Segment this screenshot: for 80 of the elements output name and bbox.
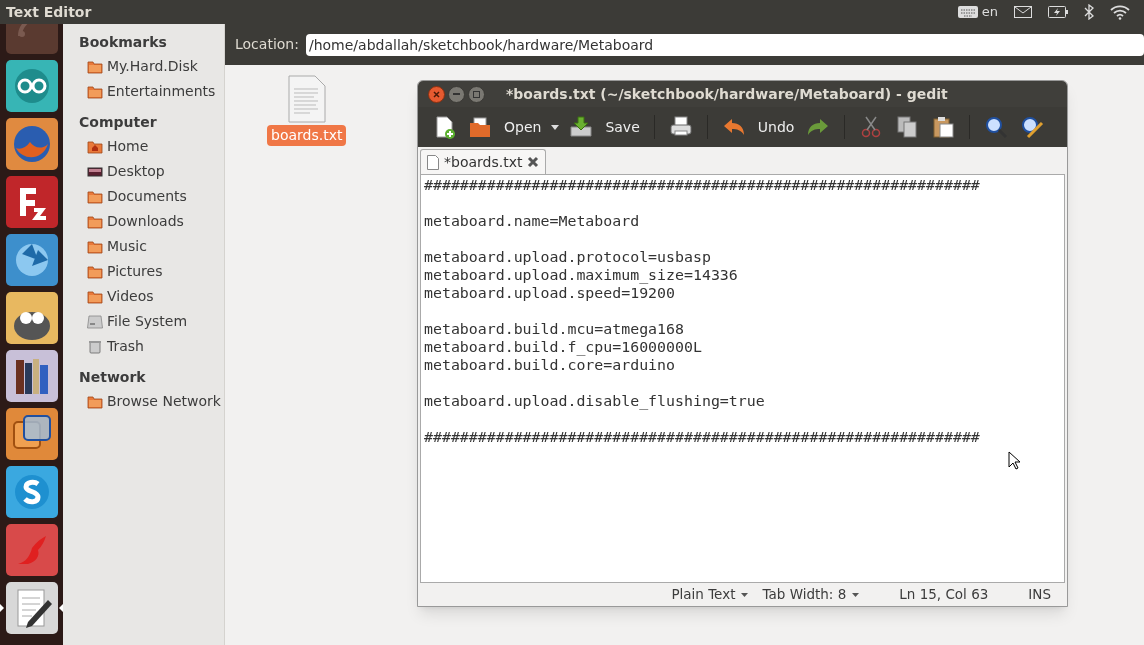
sidebar-item[interactable]: My.Hard.Disk	[79, 54, 224, 79]
document-tab[interactable]: *boards.txt	[420, 149, 547, 174]
code-line: metaboard.build.mcu=atmega168	[424, 320, 684, 338]
home-folder-icon	[87, 138, 103, 155]
sidebar-item[interactable]: Home	[79, 134, 224, 159]
minimize-button[interactable]	[448, 85, 465, 103]
caret-icon	[852, 592, 860, 597]
caret-icon	[551, 124, 560, 130]
location-label: Location:	[235, 35, 299, 54]
code-line: metaboard.upload.maximum_size=14336	[424, 266, 738, 284]
search-replace-icon	[1020, 115, 1045, 139]
undo-button[interactable]: Undo	[715, 111, 801, 143]
folder-icon	[87, 288, 103, 305]
sidebar-item[interactable]: Music	[79, 234, 224, 259]
code-line: metaboard.name=Metaboard	[424, 212, 640, 230]
code-line: ##############################################################	[424, 176, 980, 194]
battery-icon[interactable]	[1048, 6, 1068, 18]
books-launcher-icon[interactable]	[5, 350, 58, 402]
globe-launcher-icon[interactable]	[5, 118, 58, 170]
sidebar-item[interactable]: Entertainments	[79, 79, 224, 104]
code-line: metaboard.upload.disable_flushing=true	[424, 392, 765, 410]
frames-launcher-icon[interactable]	[5, 408, 58, 460]
code-line: metaboard.build.core=arduino	[424, 356, 676, 374]
editor-launcher-icon[interactable]	[5, 582, 58, 634]
save-button[interactable]: Save	[563, 111, 646, 143]
sidebar-item[interactable]: Desktop	[79, 159, 224, 184]
folder-icon	[87, 213, 103, 230]
infinity-launcher-icon[interactable]	[5, 60, 58, 112]
sidebar-item[interactable]: File System	[79, 309, 224, 334]
close-button[interactable]	[428, 85, 445, 103]
folder-icon	[87, 393, 103, 410]
folder-icon	[87, 83, 103, 100]
save-icon	[569, 115, 594, 139]
wifi-icon[interactable]	[1110, 4, 1130, 20]
cursor-position: Ln 15, Col 63	[899, 585, 989, 605]
folder-icon	[468, 115, 492, 139]
sidebar-item[interactable]: Browse Network	[79, 389, 224, 414]
folder-icon	[87, 58, 103, 75]
keyboard-icon[interactable]	[957, 6, 978, 18]
mascot-launcher-icon[interactable]	[5, 292, 58, 344]
envelope-icon[interactable]	[1014, 6, 1032, 18]
maximize-button[interactable]	[468, 85, 485, 103]
bluetooth-icon[interactable]	[1084, 4, 1094, 20]
sidebar-item[interactable]: Documents	[79, 184, 224, 209]
sidebar-item[interactable]: Videos	[79, 284, 224, 309]
text-area[interactable]	[420, 174, 1065, 583]
drive-icon	[87, 313, 103, 330]
close-icon	[433, 90, 440, 98]
insert-mode: INS	[1028, 585, 1051, 605]
language-indicator[interactable]: en	[981, 2, 998, 22]
sidebar-item[interactable]: Trash	[79, 334, 224, 359]
close-icon[interactable]	[527, 156, 540, 168]
trash-icon	[87, 338, 103, 355]
language-menu[interactable]: Plain Text	[671, 584, 749, 605]
code-line: metaboard.build.f_cpu=16000000L	[424, 338, 702, 356]
folder-icon	[87, 188, 103, 205]
sidebar-heading: Bookmarks	[79, 32, 168, 52]
mouse-cursor-icon	[1008, 451, 1020, 471]
location-field[interactable]: /home/abdallah/sketchbook/hardware/Metaboard	[305, 33, 1144, 56]
document-icon	[427, 154, 439, 170]
caret-icon	[741, 592, 749, 597]
chat-launcher-icon[interactable]	[5, 466, 58, 518]
code-line: metaboard.upload.protocol=usbasp	[424, 248, 711, 266]
window-title: Text Editor	[6, 2, 92, 22]
sidebar-heading: Computer	[79, 112, 158, 132]
printer-icon	[668, 115, 693, 139]
folder-icon	[87, 263, 103, 280]
code-line: metaboard.upload.speed=19200	[424, 284, 676, 302]
folder-icon	[87, 238, 103, 255]
sidebar-item[interactable]: Downloads	[79, 209, 224, 234]
paste-icon	[931, 115, 956, 139]
code-line: ##############################################################	[424, 428, 980, 446]
sidebar-item[interactable]: Pictures	[79, 259, 224, 284]
search-icon	[984, 115, 1009, 139]
sidebar-heading: Network	[79, 367, 147, 387]
copy-icon	[895, 115, 920, 139]
tab-width-menu[interactable]: Tab Width: 8	[762, 584, 860, 605]
window-title: *boards.txt (~/sketchbook/hardware/Metaboard) - gedit	[506, 84, 948, 104]
fz-launcher-icon[interactable]	[5, 176, 58, 228]
open-button[interactable]: Open	[462, 111, 548, 143]
